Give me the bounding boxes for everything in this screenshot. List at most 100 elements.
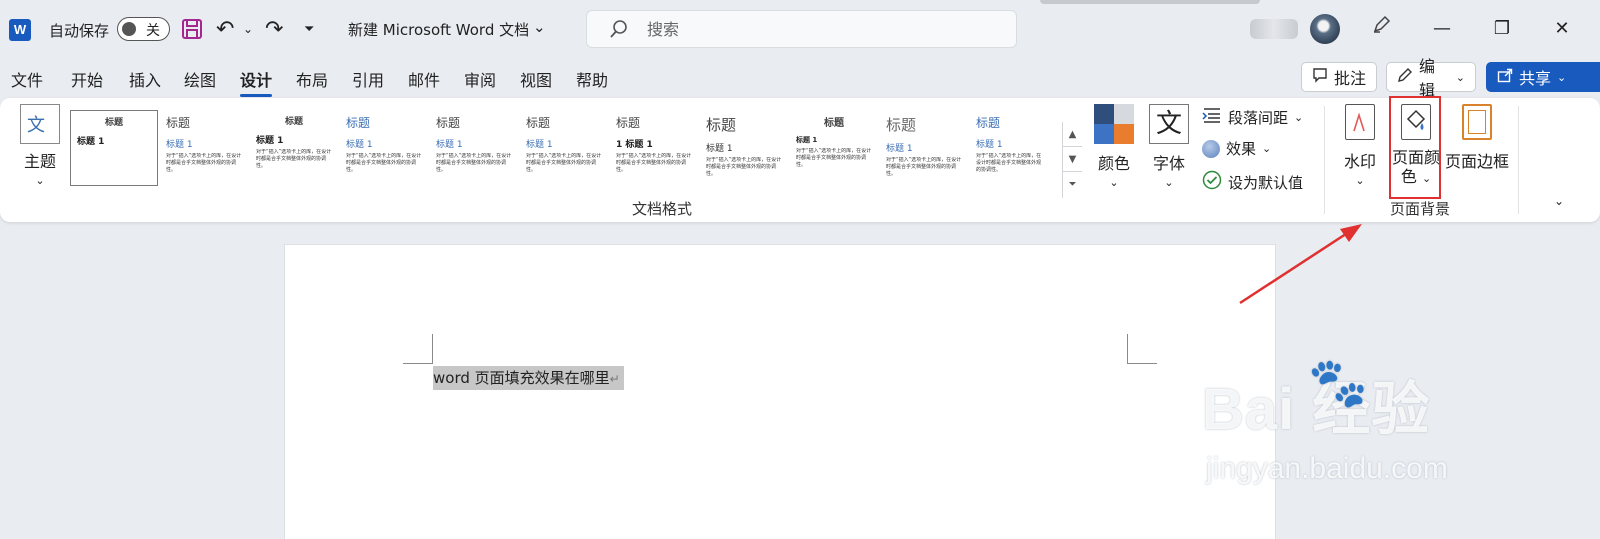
autosave-label: 自动保存 bbox=[49, 22, 110, 40]
checkmark-icon bbox=[1202, 170, 1222, 194]
title-bar: W 自动保存 关 ↶ ⌄ ↷ ⏷ 新建 Microsoft Word 文档 ⌄ … bbox=[0, 0, 1600, 58]
themes-label: 主题 bbox=[23, 152, 56, 171]
annotation-highlight-box bbox=[1389, 96, 1441, 199]
gallery-up-icon[interactable]: ▲ bbox=[1063, 122, 1082, 147]
page-borders-button[interactable]: 页面边框 bbox=[1445, 104, 1509, 172]
tab-review[interactable]: 审阅 bbox=[464, 67, 496, 91]
save-icon[interactable] bbox=[181, 16, 203, 42]
avatar[interactable] bbox=[1310, 14, 1340, 44]
pen-icon[interactable] bbox=[1366, 13, 1398, 45]
search-icon bbox=[609, 19, 629, 43]
style-set-thumbnail[interactable]: 标题 标题 1 对于“插入”选项卡上的库，在设计时都是合乎文档整体外观的协调性。 bbox=[880, 110, 968, 186]
search-box[interactable] bbox=[586, 10, 1017, 48]
edit-label: 编辑 bbox=[1419, 57, 1436, 100]
watermark-label: 水印 bbox=[1343, 152, 1376, 171]
set-as-default-label: 设为默认值 bbox=[1228, 173, 1304, 192]
themes-button[interactable]: 文 主题 ⌄ bbox=[16, 104, 64, 187]
style-set-thumbnail[interactable]: 标题 标题 1 对于“插入”选项卡上的库，在设计时都是合乎文档整体外观的协调性。 bbox=[340, 110, 428, 186]
margin-corner-mark bbox=[403, 334, 433, 364]
paragraph-spacing-icon bbox=[1202, 106, 1222, 128]
pencil-icon bbox=[1397, 67, 1413, 87]
group-label-document-format: 文档格式 bbox=[632, 200, 693, 218]
paragraph-mark: ↵ bbox=[609, 372, 620, 386]
tab-file[interactable]: 文件 bbox=[11, 67, 43, 91]
autosave-state: 关 bbox=[146, 23, 160, 39]
chevron-down-icon: ⌄ bbox=[1355, 174, 1365, 187]
chevron-down-icon: ⌄ bbox=[1294, 110, 1304, 124]
ribbon-options-icon[interactable]: ⌄ bbox=[1554, 194, 1564, 208]
style-set-thumbnail[interactable]: 标题 标题 1 对于“插入”选项卡上的库，在设计时都是合乎文档整体外观的协调性。 bbox=[520, 110, 608, 186]
autosave-toggle[interactable]: 关 bbox=[117, 17, 170, 41]
tab-mailings[interactable]: 邮件 bbox=[408, 67, 440, 91]
undo-dropdown-icon[interactable]: ⌄ bbox=[243, 16, 253, 42]
document-text: word 页面填充效果在哪里 bbox=[433, 369, 610, 387]
tab-design[interactable]: 设计 bbox=[240, 67, 273, 97]
chevron-down-icon: ⌄ bbox=[1262, 142, 1272, 155]
margin-corner-mark bbox=[1127, 334, 1157, 364]
ribbon-tabs: 文件 开始 插入 绘图 设计 布局 引用 邮件 审阅 视图 帮助 bbox=[0, 63, 640, 97]
paw-icon: 🐾 bbox=[1308, 355, 1368, 411]
chevron-down-icon: ⌄ bbox=[1455, 70, 1465, 84]
effects-icon bbox=[1202, 139, 1220, 158]
search-input[interactable] bbox=[647, 17, 987, 41]
tab-home[interactable]: 开始 bbox=[71, 67, 103, 91]
effects-button[interactable]: 效果 ⌄ bbox=[1202, 138, 1271, 159]
style-set-thumbnail[interactable]: 标题 标题 1 对于“插入”选项卡上的库，在设计时都是合乎文档整体外观的协调性。 bbox=[790, 110, 878, 186]
style-set-thumbnail[interactable]: 标题 标题 1 bbox=[70, 110, 158, 186]
style-set-thumbnail[interactable]: 标题 标题 1 对于“插入”选项卡上的库，在设计时都是合乎文档整体外观的协调性。 bbox=[970, 110, 1050, 186]
watermark-icon bbox=[1345, 104, 1375, 140]
fonts-label: 字体 bbox=[1152, 154, 1185, 173]
set-as-default-button[interactable]: 设为默认值 bbox=[1202, 170, 1303, 194]
word-app-icon: W bbox=[9, 19, 31, 41]
page-borders-label: 页面边框 bbox=[1445, 152, 1510, 171]
user-name-blurred[interactable] bbox=[1250, 19, 1298, 39]
colors-icon bbox=[1094, 104, 1134, 144]
tab-insert[interactable]: 插入 bbox=[129, 67, 161, 91]
window-edge bbox=[1040, 0, 1260, 4]
colors-button[interactable]: 颜色 ⌄ bbox=[1094, 104, 1134, 189]
style-set-thumbnail[interactable]: 标题 标题 1 对于“插入”选项卡上的库，在设计时都是合乎文档整体外观的协调性。 bbox=[160, 110, 248, 186]
paragraph-spacing-button[interactable]: 段落间距 ⌄ bbox=[1202, 106, 1303, 128]
gallery-scroll: ▲ ▼ ⏷ bbox=[1062, 122, 1082, 198]
editing-mode-button[interactable]: 编辑 ⌄ bbox=[1386, 57, 1476, 100]
customize-toolbar-icon[interactable]: ⏷ bbox=[304, 16, 314, 42]
fonts-icon: 文 bbox=[1149, 104, 1189, 144]
comments-label: 批注 bbox=[1334, 69, 1367, 88]
tab-layout[interactable]: 布局 bbox=[296, 67, 328, 91]
paragraph-spacing-label: 段落间距 bbox=[1228, 108, 1289, 127]
group-divider bbox=[1518, 106, 1519, 214]
gallery-down-icon[interactable]: ▼ bbox=[1063, 147, 1082, 172]
style-set-thumbnail[interactable]: 标题 标题 1 对于“插入”选项卡上的库，在设计时都是合乎文档整体外观的协调性。 bbox=[250, 110, 338, 186]
chevron-down-icon: ⌄ bbox=[1557, 70, 1567, 84]
watermark-button[interactable]: 水印 ⌄ bbox=[1340, 104, 1380, 187]
maximize-button[interactable]: ❐ bbox=[1486, 13, 1518, 45]
selected-document-text[interactable]: word 页面填充效果在哪里↵ bbox=[433, 366, 624, 390]
style-set-thumbnail[interactable]: 标题 标题 1 对于“插入”选项卡上的库，在设计时都是合乎文档整体外观的协调性。 bbox=[700, 110, 788, 186]
style-set-gallery: 标题 标题 1 标题 标题 1 对于“插入”选项卡上的库，在设计时都是合乎文档整… bbox=[70, 110, 1082, 198]
themes-icon: 文 bbox=[20, 104, 60, 144]
document-title[interactable]: 新建 Microsoft Word 文档 bbox=[348, 19, 529, 40]
comment-icon bbox=[1312, 67, 1328, 87]
style-set-thumbnail[interactable]: 标题 标题 1 对于“插入”选项卡上的库，在设计时都是合乎文档整体外观的协调性。 bbox=[430, 110, 518, 186]
close-button[interactable]: ✕ bbox=[1546, 13, 1578, 45]
chevron-down-icon: ⌄ bbox=[1109, 176, 1119, 189]
share-label: 共享 bbox=[1519, 69, 1552, 88]
comments-button[interactable]: 批注 bbox=[1301, 62, 1377, 92]
minimize-button[interactable]: — bbox=[1426, 13, 1458, 45]
chevron-down-icon: ⌄ bbox=[1164, 176, 1174, 189]
group-label-page-background: 页面背景 bbox=[1390, 200, 1451, 218]
tab-help[interactable]: 帮助 bbox=[576, 67, 608, 91]
tab-view[interactable]: 视图 bbox=[520, 67, 552, 91]
document-page[interactable] bbox=[284, 244, 1276, 539]
gallery-expand-icon[interactable]: ⏷ bbox=[1063, 172, 1082, 197]
redo-icon[interactable]: ↷ bbox=[265, 16, 283, 42]
page-border-icon bbox=[1462, 104, 1492, 140]
colors-label: 颜色 bbox=[1097, 154, 1130, 173]
tab-draw[interactable]: 绘图 bbox=[184, 67, 216, 91]
tab-references[interactable]: 引用 bbox=[352, 67, 384, 91]
share-button[interactable]: 共享 ⌄ bbox=[1486, 62, 1600, 92]
undo-icon[interactable]: ↶ bbox=[216, 16, 234, 42]
fonts-button[interactable]: 文 字体 ⌄ bbox=[1148, 104, 1190, 189]
style-set-thumbnail[interactable]: 标题 1 标题 1 对于“插入”选项卡上的库，在设计时都是合乎文档整体外观的协调… bbox=[610, 110, 698, 186]
chevron-down-icon[interactable]: ⌄ bbox=[533, 18, 546, 36]
